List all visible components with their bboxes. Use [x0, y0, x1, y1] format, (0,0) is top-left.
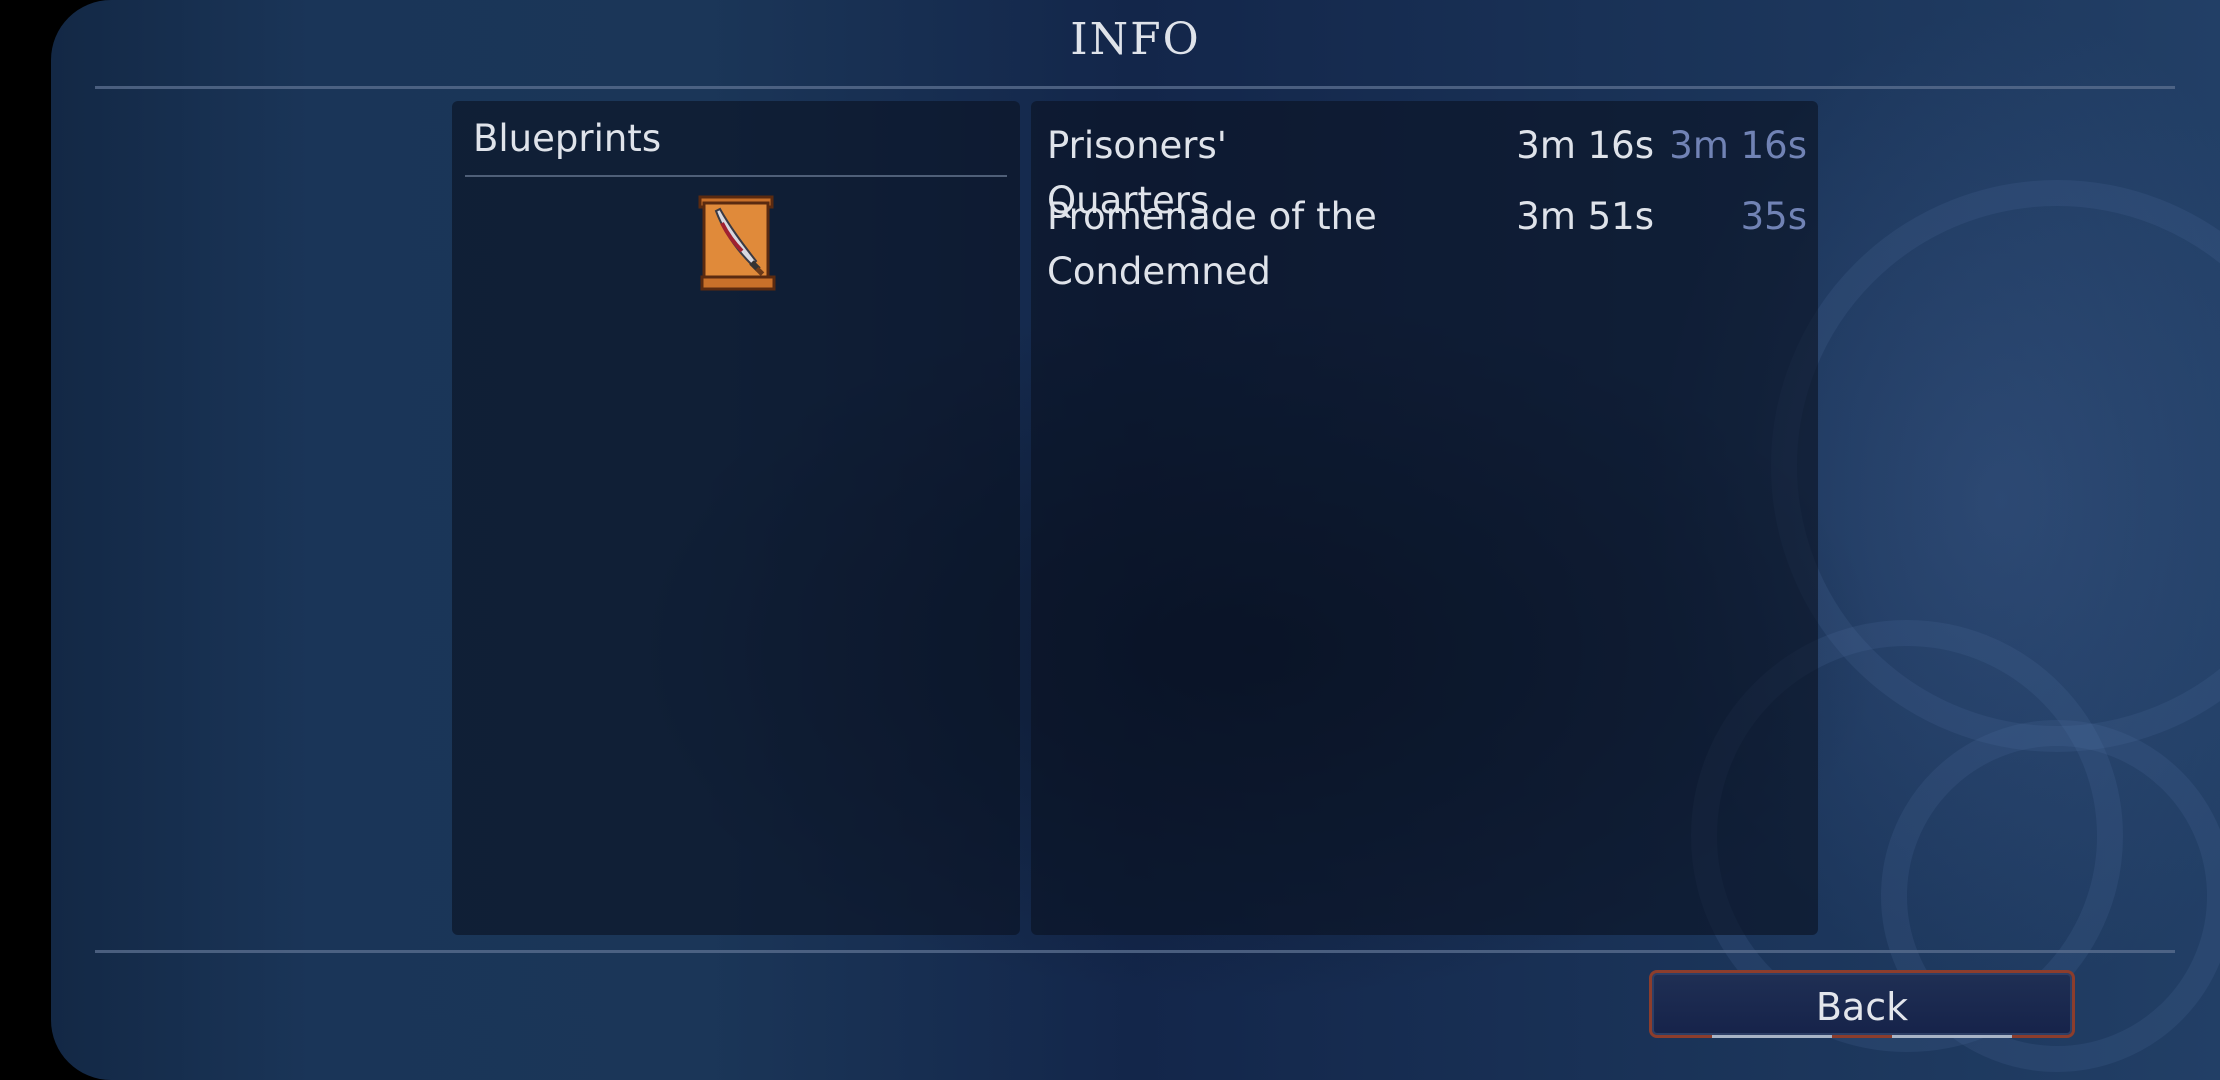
run-time: 3m 51s [1516, 195, 1654, 238]
biome-name: Promenade of the Condemned [1047, 195, 1377, 293]
blueprints-panel: Blueprints [452, 101, 1020, 935]
best-time: 35s [1740, 195, 1807, 238]
game-screen: INFO Blueprints Prisoners' Quarters 3m 1… [51, 0, 2220, 1080]
page-title: INFO [1070, 14, 1201, 65]
run-time: 3m 16s [1516, 124, 1654, 167]
footer-divider [95, 950, 2175, 953]
blueprints-title-divider [465, 175, 1007, 177]
best-time: 3m 16s [1669, 124, 1807, 167]
header-divider [95, 86, 2175, 89]
blueprints-title: Blueprints [473, 117, 662, 160]
biome-times-panel: Prisoners' Quarters 3m 16s 3m 16s Promen… [1031, 101, 1818, 935]
blueprint-scroll-icon[interactable] [686, 193, 786, 293]
back-button[interactable]: Back [1649, 970, 2075, 1038]
